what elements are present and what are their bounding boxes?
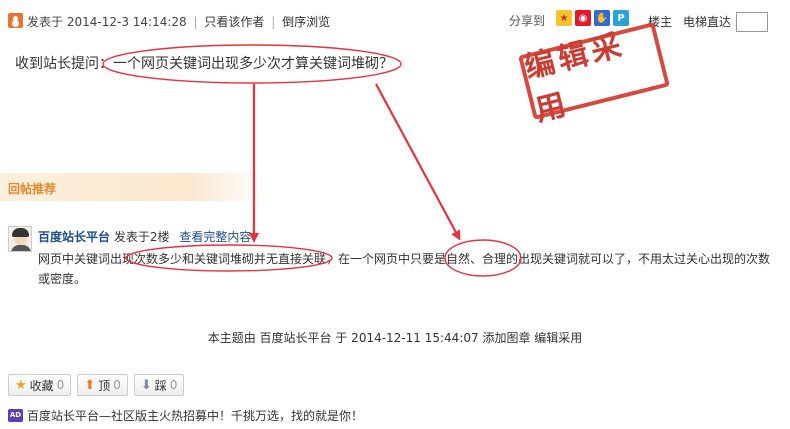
reply-header: 百度站长平台 发表于2楼 查看完整内容 — [38, 228, 251, 245]
weibo-icon[interactable]: ◉ — [575, 10, 591, 26]
divider: | — [193, 15, 198, 29]
stamp-note: 本主题由 百度站长平台 于 2014-12-11 15:44:07 添加图章 编… — [207, 331, 583, 345]
post-actions: ★ 收藏 0 ⬆ 顶 0 ⬇ 踩 0 — [8, 374, 185, 396]
avatar[interactable] — [8, 226, 32, 252]
recommend-band: 回帖推荐 — [0, 173, 268, 201]
question-text: 收到站长提问：一个网页关键词出现多少次才算关键词堆砌？ — [15, 56, 393, 72]
upvote-count: 0 — [113, 378, 121, 392]
reply-floor: 发表于2楼 — [113, 230, 170, 244]
post-meta: 发表于 2014-12-3 14:14:28 | 只看该作者 | 倒序浏览 — [27, 13, 330, 30]
goto-floor-label: 电梯直达 — [683, 15, 732, 29]
posted-time: 2014-12-3 14:14:28 — [66, 15, 187, 29]
only-author-link[interactable]: 只看该作者 — [204, 13, 264, 30]
reverse-view-link[interactable]: 倒序浏览 — [282, 13, 330, 30]
goto-floor-input[interactable] — [736, 12, 768, 32]
ad-text[interactable]: 百度站长平台—社区版主火热招募中！千挑万选，找的就是你！ — [27, 407, 363, 424]
thumb-up-icon: ⬆ — [84, 377, 96, 393]
favorite-label: 收藏 — [29, 378, 54, 393]
divider: | — [271, 15, 276, 29]
share-label: 分享到 — [509, 14, 546, 28]
thumb-down-icon: ⬇ — [140, 377, 152, 393]
ad-badge: AD — [8, 409, 23, 422]
downvote-count: 0 — [169, 378, 178, 392]
posted-label: 发表于 — [27, 15, 64, 29]
recommend-title: 回帖推荐 — [8, 182, 57, 196]
qzone-icon[interactable]: ★ — [556, 10, 572, 26]
upvote-button[interactable]: ⬆ 顶 0 — [77, 374, 128, 396]
view-full-link[interactable]: 查看完整内容 — [179, 230, 251, 244]
favorite-button[interactable]: ★ 收藏 0 — [8, 374, 72, 396]
downvote-button[interactable]: ⬇ 踩 0 — [133, 374, 185, 396]
star-icon: ★ — [15, 377, 27, 393]
upvote-label: 顶 — [98, 378, 111, 393]
reply-body: 网页中关键词出现次数多少和关键词堆砌并无直接关联，在一个网页中只要是自然、合理的… — [38, 252, 771, 286]
reply-author-link[interactable]: 百度站长平台 — [38, 230, 110, 244]
downvote-label: 踩 — [154, 378, 167, 393]
arrow-right — [375, 83, 461, 241]
author-icon — [8, 13, 23, 28]
ad-row[interactable]: AD 百度站长平台—社区版主火热招募中！千挑万选，找的就是你！ — [8, 407, 363, 424]
editor-pick-stamp: 编辑采用 — [518, 22, 670, 129]
post-meta-bar: 发表于 2014-12-3 14:14:28 | 只看该作者 | 倒序浏览 分享… — [0, 8, 790, 32]
favorite-count: 0 — [56, 378, 65, 392]
